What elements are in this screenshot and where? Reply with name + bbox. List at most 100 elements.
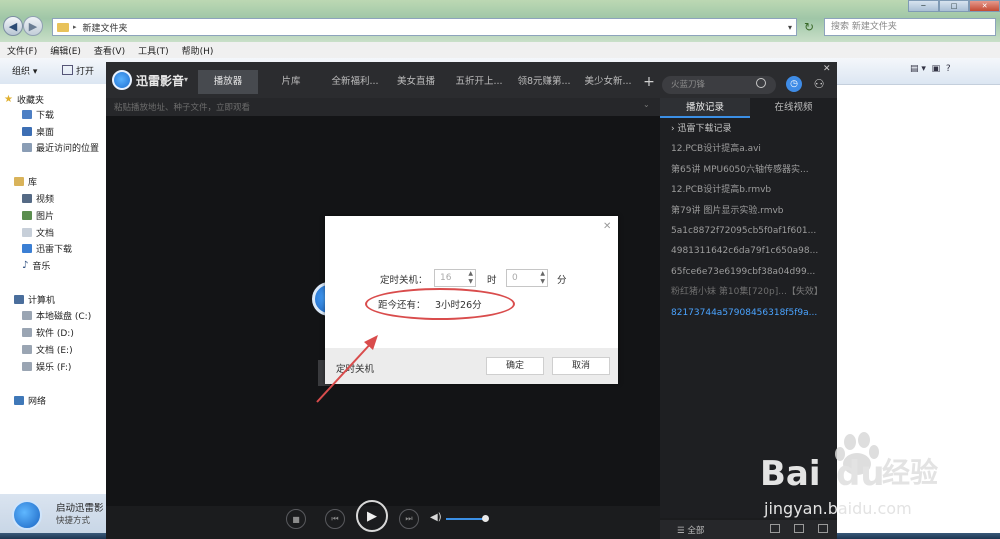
next-icon[interactable]: ⏭	[399, 509, 419, 529]
drive-icon	[22, 327, 32, 337]
playlist-all-filter[interactable]: ☰ 全部	[677, 524, 704, 536]
add-tab-button[interactable]: +	[641, 70, 657, 94]
volume-slider-handle[interactable]	[482, 515, 489, 522]
open-icon	[62, 65, 73, 75]
refresh-icon[interactable]: ↻	[800, 18, 818, 36]
app-menu-chevron-down-icon[interactable]: ▾	[184, 75, 188, 84]
drive-icon	[22, 310, 32, 320]
sidebar-item-downloads[interactable]: 下载	[22, 107, 54, 121]
stepper-arrows-icon[interactable]: ▲ ▼	[468, 270, 473, 286]
sidebar-item-videos[interactable]: 视频	[22, 191, 54, 205]
sidebar-favorites[interactable]: ★ 收藏夹	[4, 92, 44, 106]
list-item[interactable]: 第79讲 图片显示实验.rmvb	[671, 204, 831, 218]
sidebar-item-drive-d[interactable]: 软件 (D:)	[22, 325, 74, 339]
search-icon[interactable]	[756, 78, 766, 88]
organize-button[interactable]: 组织 ▾	[12, 64, 37, 77]
stop-icon[interactable]: ■	[286, 509, 306, 529]
sidebar-item-recent[interactable]: 最近访问的位置	[22, 140, 99, 154]
search-input[interactable]: 搜索 新建文件夹	[824, 18, 996, 36]
forward-button[interactable]: ▶	[23, 16, 43, 36]
sidebar-item-pictures[interactable]: 图片	[22, 208, 54, 222]
sidebar-item-drive-e[interactable]: 文档 (E:)	[22, 342, 73, 356]
menu-edit[interactable]: 编辑(E)	[50, 44, 81, 57]
list-item[interactable]: 5a1c8872f72095cb5f0af1f601...	[671, 224, 831, 238]
back-button[interactable]: ◀	[3, 16, 23, 36]
details-title: 启动迅雷影	[56, 503, 104, 514]
menu-file[interactable]: 文件(F)	[7, 44, 37, 57]
volume-slider[interactable]	[446, 518, 486, 520]
play-icon[interactable]: ▶	[356, 500, 388, 532]
list-item[interactable]: 12.PCB设计提高a.avi	[671, 142, 831, 156]
sidebar-network[interactable]: 网络	[14, 393, 46, 407]
dialog-close-icon[interactable]: ✕	[603, 221, 611, 232]
tab-library[interactable]: 片库	[260, 70, 322, 94]
tab-online-video[interactable]: 在线视频	[750, 98, 837, 118]
sidebar-computer[interactable]: 计算机	[14, 292, 55, 306]
close-button[interactable]: ✕	[969, 0, 1000, 12]
sidebar-item-music[interactable]: ♪ 音乐	[22, 258, 50, 272]
drive-icon	[22, 344, 32, 354]
sidebar-item-xunlei-downloads[interactable]: 迅雷下载	[22, 241, 72, 255]
tab-promo-5[interactable]: 美少女新...	[580, 70, 636, 94]
address-bar[interactable]: ▸ 新建文件夹 ▾	[52, 18, 797, 36]
breadcrumb: 新建文件夹	[82, 23, 128, 34]
clock-icon[interactable]: ◷	[786, 76, 802, 92]
maximize-button[interactable]: □	[938, 0, 970, 12]
sidebar-item-drive-f[interactable]: 娱乐 (F:)	[22, 359, 71, 373]
user-icon[interactable]: ⚇	[812, 76, 826, 92]
tab-promo-4[interactable]: 领8元赚第...	[512, 70, 576, 94]
watermark-url: jingyan.baidu.com	[763, 499, 912, 518]
sidebar-item-label: 图片	[36, 211, 55, 222]
app-name[interactable]: 迅雷影音	[136, 72, 184, 89]
xunlei-download-icon	[22, 243, 32, 253]
sidebar-favorites-label: 收藏夹	[16, 95, 44, 106]
baidu-jingyan-watermark: Bai du 经验 jingyan.baidu.com	[760, 432, 938, 518]
volume-icon[interactable]: ◀)	[430, 512, 442, 523]
tab-promo-3[interactable]: 五折开上...	[450, 70, 508, 94]
ok-button[interactable]: 确定	[486, 357, 544, 375]
list-item-expired[interactable]: 粉红猪小妹 第10集[720p]...【失效】	[671, 285, 829, 299]
list-item[interactable]: 第65讲 MPU6050六轴传感器实...	[671, 163, 831, 177]
breadcrumb-arrow-icon: ▸	[73, 23, 77, 31]
address-dropdown-icon[interactable]: ▾	[788, 23, 792, 32]
hour-stepper[interactable]: 16 ▲ ▼	[434, 269, 476, 287]
sidebar-libraries[interactable]: 库	[14, 174, 37, 188]
cancel-button[interactable]: 取消	[552, 357, 610, 375]
details-subtitle: 快捷方式	[56, 516, 91, 526]
sidebar-item-label: 桌面	[36, 127, 55, 138]
tab-promo-2[interactable]: 美女直播	[388, 70, 444, 94]
tab-promo-1[interactable]: 全新福利...	[328, 70, 382, 94]
menu-tools[interactable]: 工具(T)	[138, 44, 169, 57]
menu-bar: 文件(F) 编辑(E) 查看(V) 工具(T) 帮助(H)	[0, 42, 1000, 58]
tab-player[interactable]: 播放器	[198, 70, 258, 94]
sidebar-item-desktop[interactable]: 桌面	[22, 124, 54, 138]
open-label: 打开	[76, 67, 95, 77]
tab-play-history[interactable]: 播放记录	[660, 98, 750, 118]
player-close-icon[interactable]: ✕	[823, 64, 831, 74]
list-item-active[interactable]: 82173744a57908456318f5f9a...	[671, 306, 831, 320]
window-controls: ─ □ ✕	[908, 0, 1000, 12]
history-group-header[interactable]: › 迅雷下载记录	[671, 122, 831, 136]
view-options-icon[interactable]: ▤ ▾ ▣ ?	[910, 64, 951, 74]
sidebar-item-drive-c[interactable]: 本地磁盘 (C:)	[22, 308, 91, 322]
watermark-cn: 经验	[882, 456, 938, 489]
previous-icon[interactable]: ⏮	[325, 509, 345, 529]
minimize-button[interactable]: ─	[908, 0, 939, 12]
minute-stepper[interactable]: 0 ▲ ▼	[506, 269, 548, 287]
menu-view[interactable]: 查看(V)	[94, 44, 125, 57]
url-chevron-down-icon[interactable]: ⌄	[643, 100, 650, 109]
sidebar-item-documents[interactable]: 文档	[22, 225, 54, 239]
list-item[interactable]: 4981311642c6da79f1c650a98...	[671, 244, 831, 258]
sidebar-libraries-label: 库	[28, 177, 38, 188]
star-icon: ★	[4, 93, 13, 105]
sidebar-item-label: 最近访问的位置	[36, 143, 100, 154]
open-button[interactable]: 打开	[62, 64, 94, 77]
menu-help[interactable]: 帮助(H)	[182, 44, 214, 57]
sidebar-item-label: 文档	[36, 228, 55, 239]
stepper-arrows-icon[interactable]: ▲ ▼	[540, 270, 545, 286]
list-item[interactable]: 12.PCB设计提高b.rmvb	[671, 183, 831, 197]
shutdown-time-label: 定时关机：	[380, 275, 428, 286]
list-item[interactable]: 65fce6e73e6199cbf38a04d99...	[671, 265, 831, 279]
list-item-label: 粉红猪小妹 第10集[720p]...	[671, 287, 787, 297]
navigation-pane: ★ 收藏夹 下载 桌面 最近访问的位置 库 视频 图片 文档 迅雷下载 ♪ 音乐 计…	[0, 84, 106, 494]
